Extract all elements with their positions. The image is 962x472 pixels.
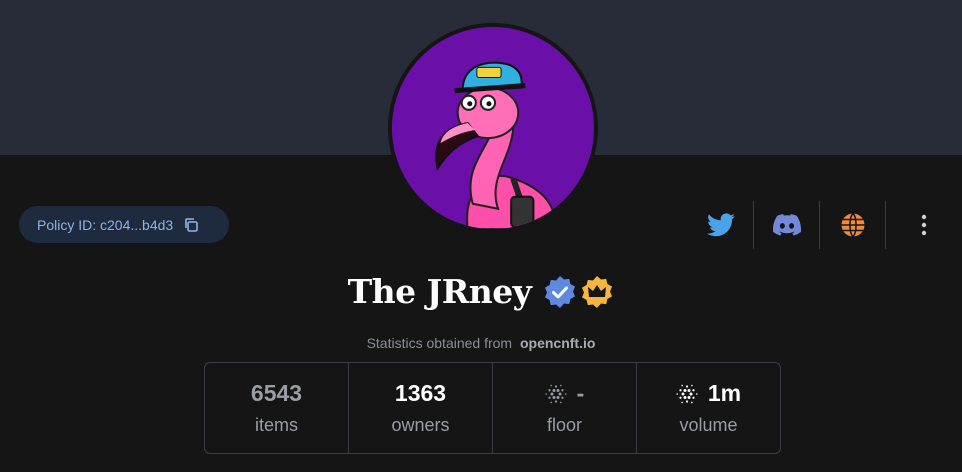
stat-items-value: 6543	[250, 380, 303, 406]
stat-volume: 1m volume	[637, 363, 780, 453]
collection-title-row: The JRney	[0, 272, 962, 311]
cardano-icon	[545, 384, 567, 403]
stat-label: volume	[679, 415, 738, 435]
copy-icon[interactable]	[183, 217, 199, 233]
stat-floor-value: -	[576, 380, 585, 406]
discord-link[interactable]	[754, 200, 819, 250]
website-link[interactable]	[820, 200, 885, 250]
crown-badge-icon	[582, 275, 613, 308]
stat-value: -	[545, 380, 585, 407]
more-vertical-icon	[921, 214, 927, 236]
stats-source-prefix: Statistics obtained from	[366, 335, 513, 351]
discord-icon	[772, 214, 801, 236]
collection-avatar	[388, 23, 598, 233]
stat-volume-value: 1m	[707, 380, 742, 406]
website-globe-icon	[841, 212, 864, 238]
social-links	[688, 200, 962, 250]
flamingo-avatar-image	[392, 27, 594, 229]
stats-source-link[interactable]: opencnft.io	[520, 335, 595, 351]
stat-floor: - floor	[493, 363, 637, 453]
verified-badge-icon	[545, 275, 576, 308]
stats-panel: 6543 items 1363 owners - floor 1m volume	[204, 362, 781, 454]
collection-badges	[543, 275, 614, 309]
stat-items: 6543 items	[205, 363, 349, 453]
twitter-icon	[706, 213, 735, 237]
stat-value: 1m	[676, 380, 741, 407]
stat-value: 1363	[395, 380, 446, 407]
stat-label: owners	[391, 415, 450, 435]
policy-id-button[interactable]: Policy ID: c204...b4d3	[19, 206, 229, 243]
stat-owners-value: 1363	[394, 380, 447, 406]
cardano-icon	[676, 384, 698, 403]
more-options-button[interactable]	[886, 200, 962, 250]
twitter-link[interactable]	[688, 200, 753, 250]
stat-value: 6543	[251, 380, 302, 407]
policy-id-label: Policy ID: c204...b4d3	[37, 216, 174, 233]
stat-owners: 1363 owners	[349, 363, 493, 453]
collection-title: The JRney	[347, 272, 532, 311]
stats-source-text: Statistics obtained from opencnft.io	[0, 335, 962, 351]
stat-label: floor	[546, 415, 582, 435]
stat-label: items	[254, 415, 298, 435]
